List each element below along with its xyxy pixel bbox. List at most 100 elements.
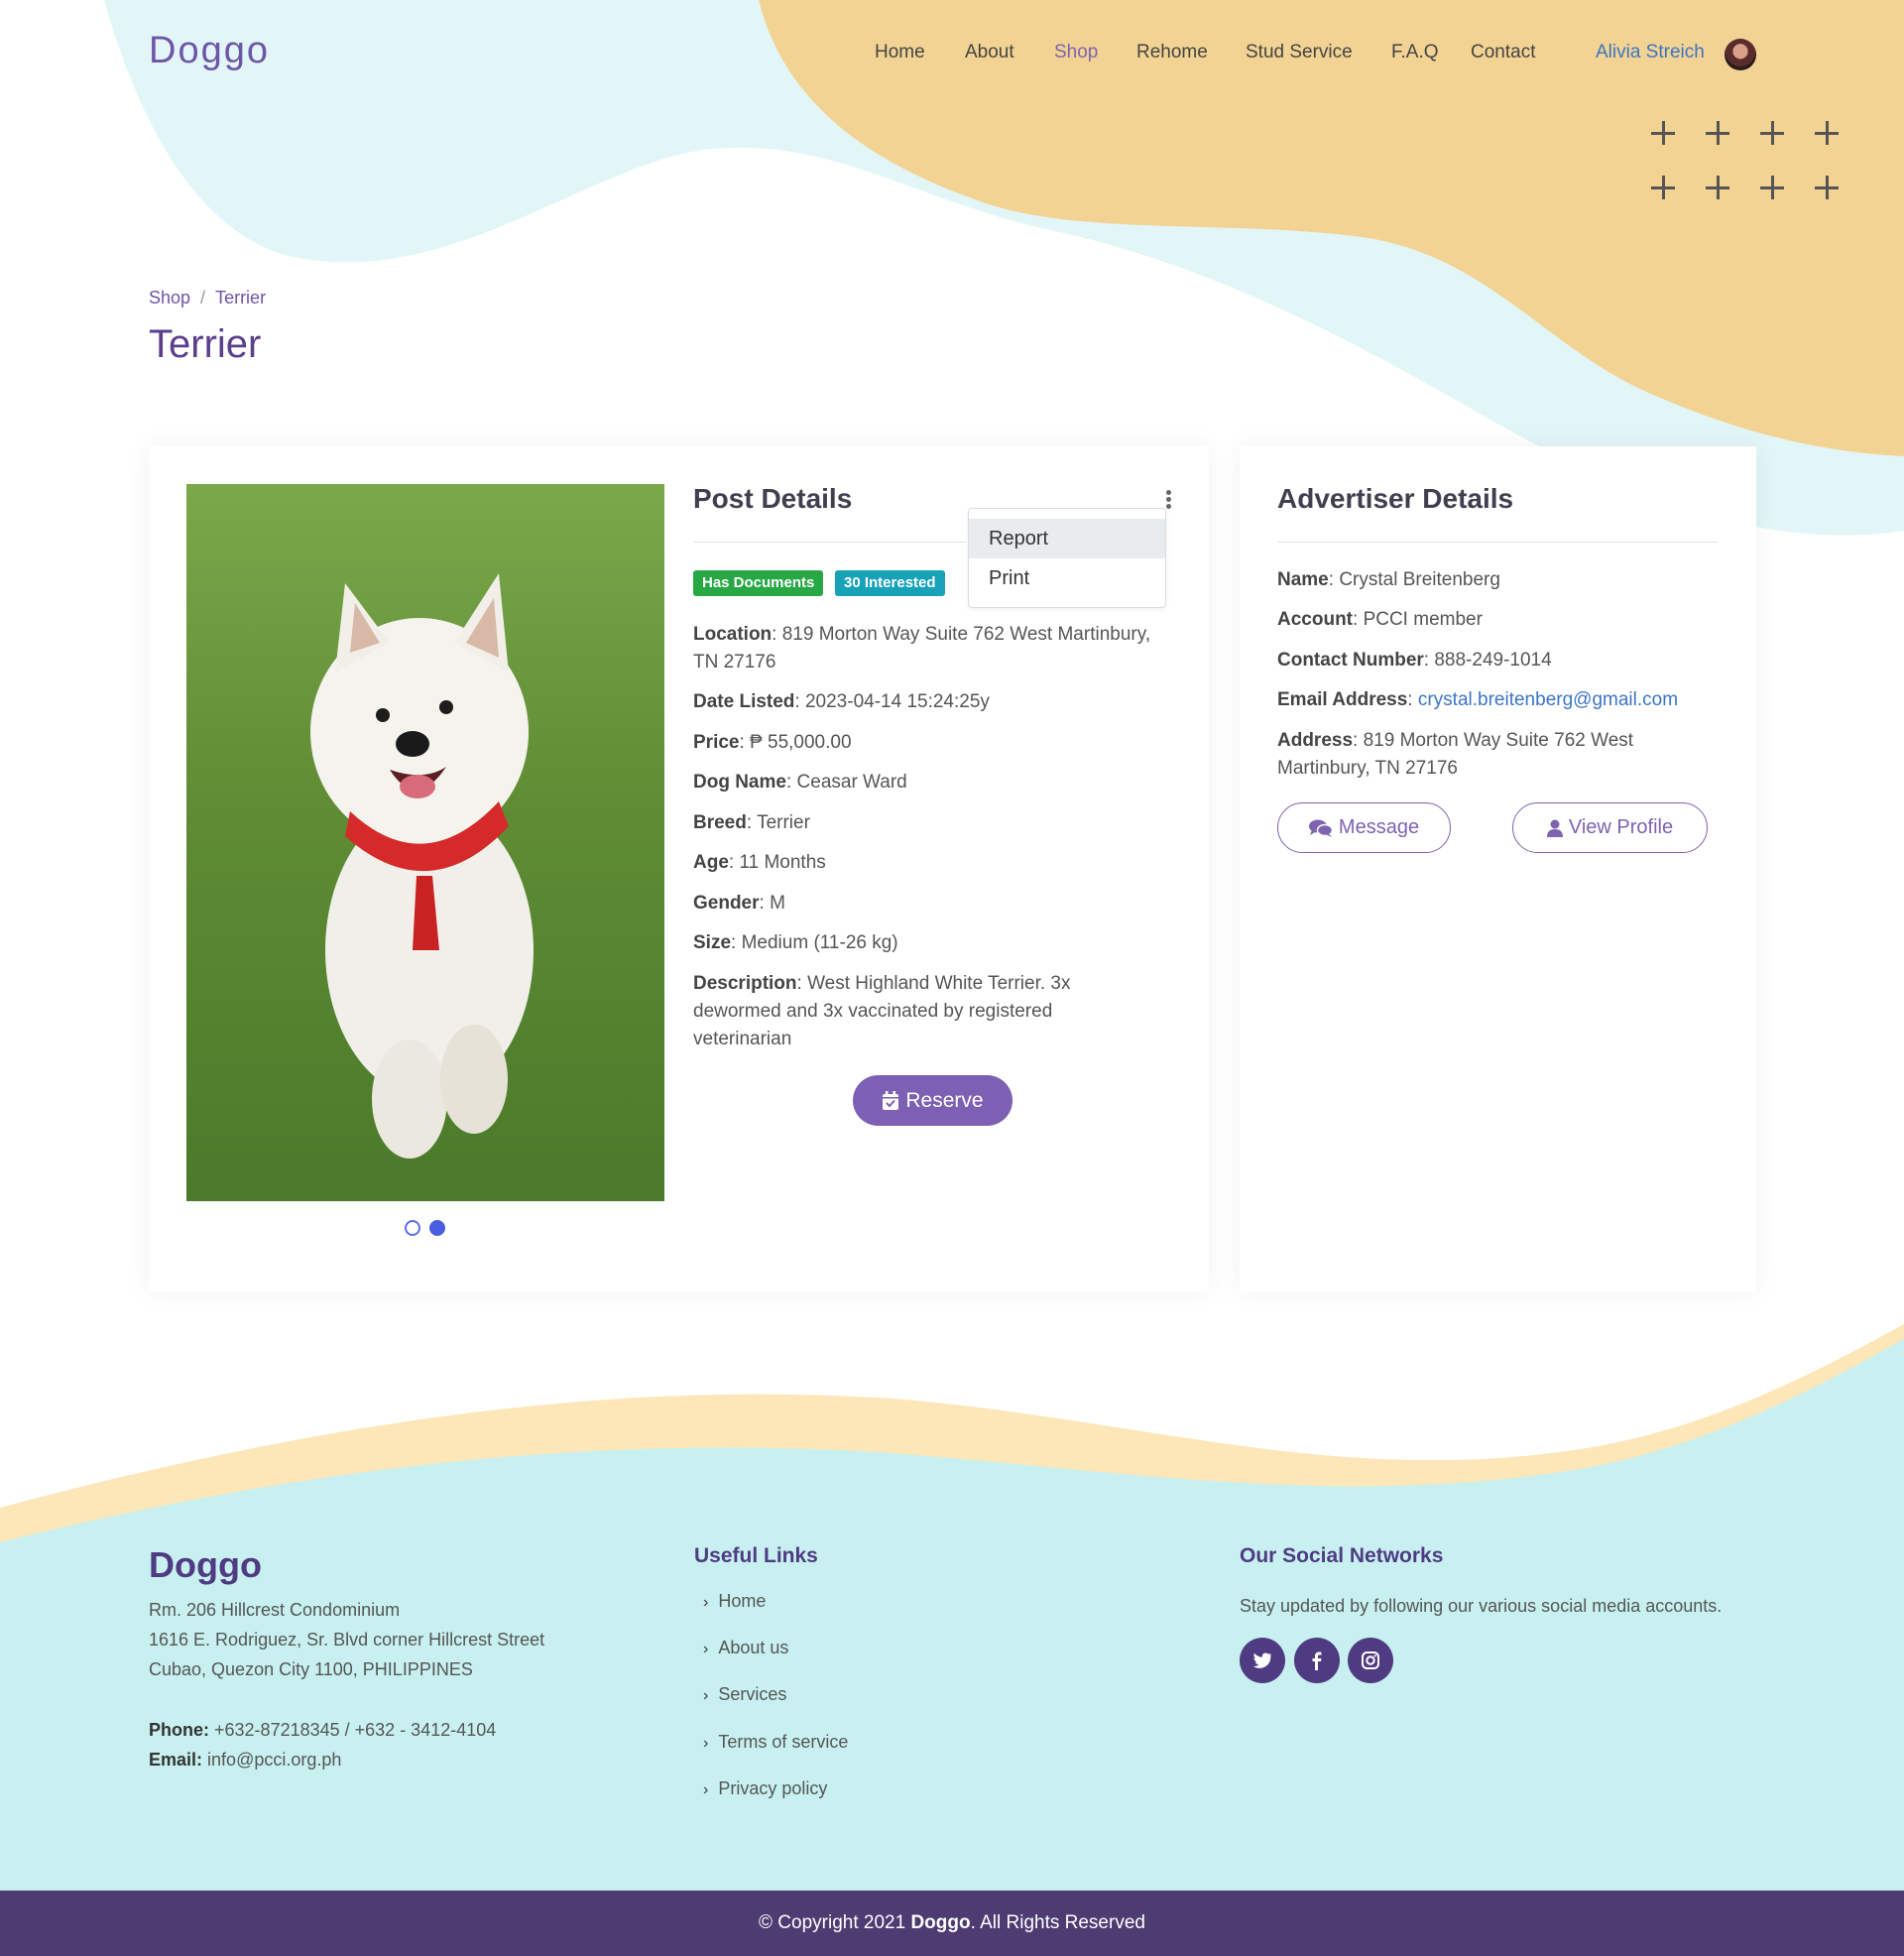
contact-value: 888-249-1014 (1434, 650, 1552, 671)
twitter-icon (1252, 1652, 1271, 1668)
footer-link-label: About us (718, 1638, 789, 1657)
contact-label: Contact Number (1277, 650, 1424, 671)
plus-icon (1706, 176, 1729, 199)
menu-item-print[interactable]: Print (969, 558, 1165, 598)
copyright-text: © Copyright 2021 Doggo. All Rights Reser… (0, 1912, 1904, 1934)
comments-icon (1308, 819, 1333, 837)
location-label: Location (693, 624, 773, 645)
footer-link-privacy[interactable]: › Privacy policy (703, 1778, 827, 1799)
age-value: 11 Months (739, 852, 826, 873)
size-value: Medium (11-26 kg) (741, 932, 898, 953)
dog-photo-illustration (186, 484, 664, 1201)
footer-link-home[interactable]: › Home (703, 1591, 766, 1612)
field-advertiser-name: Name: Crystal Breitenberg (1277, 569, 1500, 590)
menu-item-report[interactable]: Report (969, 519, 1165, 558)
chevron-right-icon: › (703, 1781, 709, 1798)
copyright-prefix: © Copyright 2021 (759, 1912, 911, 1933)
nav-stud-service[interactable]: Stud Service (1246, 42, 1353, 63)
facebook-icon (1312, 1651, 1322, 1670)
twitter-button[interactable] (1240, 1638, 1285, 1683)
name-label: Name (1277, 569, 1329, 590)
plus-icon (1815, 121, 1839, 145)
footer-email: Email: info@pcci.org.ph (149, 1745, 496, 1774)
field-address: Address: 819 Morton Way Suite 762 West Ma… (1277, 730, 1634, 779)
nav-contact[interactable]: Contact (1471, 42, 1535, 63)
address-line-2: Martinbury, TN 27176 (1277, 758, 1458, 779)
breadcrumb-current: Terrier (215, 288, 267, 307)
view-profile-button[interactable]: View Profile (1512, 802, 1708, 853)
date-label: Date Listed (693, 691, 795, 712)
dog-name-value: Ceasar Ward (796, 772, 907, 793)
nav-faq[interactable]: F.A.Q (1391, 42, 1439, 63)
advertiser-divider (1277, 542, 1718, 543)
options-dropdown-menu: Report Print (968, 508, 1166, 608)
field-size: Size: Medium (11-26 kg) (693, 932, 898, 953)
description-line-3: veterinarian (693, 1029, 792, 1049)
gender-label: Gender (693, 893, 760, 914)
copyright-brand: Doggo (910, 1912, 971, 1933)
email-label: Email: (149, 1750, 203, 1770)
field-dog-name: Dog Name: Ceasar Ward (693, 772, 907, 793)
description-line-2: dewormed and 3x vaccinated by registered (693, 1001, 1053, 1022)
gender-value: M (770, 893, 785, 914)
badge-interested: 30 Interested (835, 570, 945, 596)
carousel-dot-2[interactable] (429, 1220, 445, 1236)
chevron-right-icon: › (703, 1594, 709, 1611)
dog-name-label: Dog Name (693, 772, 786, 793)
user-avatar[interactable] (1725, 39, 1756, 70)
age-label: Age (693, 852, 729, 873)
plus-icon (1706, 121, 1729, 145)
dog-photo[interactable] (186, 484, 664, 1201)
footer-link-about[interactable]: › About us (703, 1638, 788, 1658)
advertiser-name: Crystal Breitenberg (1339, 569, 1500, 590)
field-age: Age: 11 Months (693, 852, 826, 873)
field-date-listed: Date Listed: 2023-04-14 15:24:25y (693, 691, 990, 712)
field-email: Email Address: crystal.breitenberg@gmail… (1277, 689, 1679, 710)
field-price: Price: ₱ 55,000.00 (693, 732, 852, 753)
plus-icon (1651, 121, 1675, 145)
plus-icon (1760, 176, 1784, 199)
instagram-button[interactable] (1348, 1638, 1393, 1683)
site-logo[interactable]: Doggo (149, 30, 270, 72)
price-value: ₱ 55,000.00 (750, 732, 852, 753)
page-title: Terrier (149, 322, 262, 366)
message-button[interactable]: Message (1277, 802, 1451, 853)
address-line-1: 819 Morton Way Suite 762 West (1363, 730, 1634, 751)
instagram-icon (1362, 1651, 1379, 1669)
nav-shop[interactable]: Shop (1054, 42, 1098, 63)
advertiser-email-link[interactable]: crystal.breitenberg@gmail.com (1418, 689, 1678, 710)
carousel-dot-1[interactable] (405, 1220, 420, 1236)
breed-label: Breed (693, 812, 747, 833)
advertiser-details-title: Advertiser Details (1277, 483, 1514, 514)
footer-link-label: Home (718, 1591, 767, 1611)
copyright-suffix: . All Rights Reserved (970, 1912, 1145, 1933)
field-contact-number: Contact Number: 888-249-1014 (1277, 650, 1552, 671)
footer-address: Rm. 206 Hillcrest Condominium 1616 E. Ro… (149, 1595, 544, 1684)
reserve-button[interactable]: Reserve (853, 1075, 1012, 1126)
footer-logo: Doggo (149, 1544, 262, 1585)
field-gender: Gender: M (693, 893, 785, 914)
footer-link-terms[interactable]: › Terms of service (703, 1732, 848, 1753)
breadcrumb-separator: / (200, 288, 206, 307)
field-account: Account: PCCI member (1277, 609, 1483, 630)
nav-rehome[interactable]: Rehome (1136, 42, 1208, 63)
nav-home[interactable]: Home (875, 42, 925, 63)
chevron-right-icon: › (703, 1735, 709, 1752)
chevron-right-icon: › (703, 1641, 709, 1657)
nav-about[interactable]: About (965, 42, 1014, 63)
social-description: Stay updated by following our various so… (1240, 1596, 1723, 1616)
breadcrumb-shop[interactable]: Shop (149, 288, 190, 307)
facebook-button[interactable] (1294, 1638, 1340, 1683)
address-line: Cubao, Quezon City 1100, PHILIPPINES (149, 1659, 473, 1679)
social-networks-title: Our Social Networks (1240, 1544, 1444, 1567)
footer-link-services[interactable]: › Services (703, 1684, 786, 1705)
price-label: Price (693, 732, 740, 753)
footer-phone: Phone: +632-87218345 / +632 - 3412-4104 (149, 1715, 496, 1745)
nav-user-name[interactable]: Alivia Streich (1596, 42, 1705, 63)
email-value[interactable]: info@pcci.org.ph (207, 1750, 341, 1770)
reserve-label: Reserve (905, 1088, 984, 1112)
email-label: Email Address (1277, 689, 1408, 710)
post-details-divider (693, 542, 966, 543)
account-label: Account (1277, 609, 1353, 630)
address-line: 1616 E. Rodriguez, Sr. Blvd corner Hillc… (149, 1630, 545, 1650)
